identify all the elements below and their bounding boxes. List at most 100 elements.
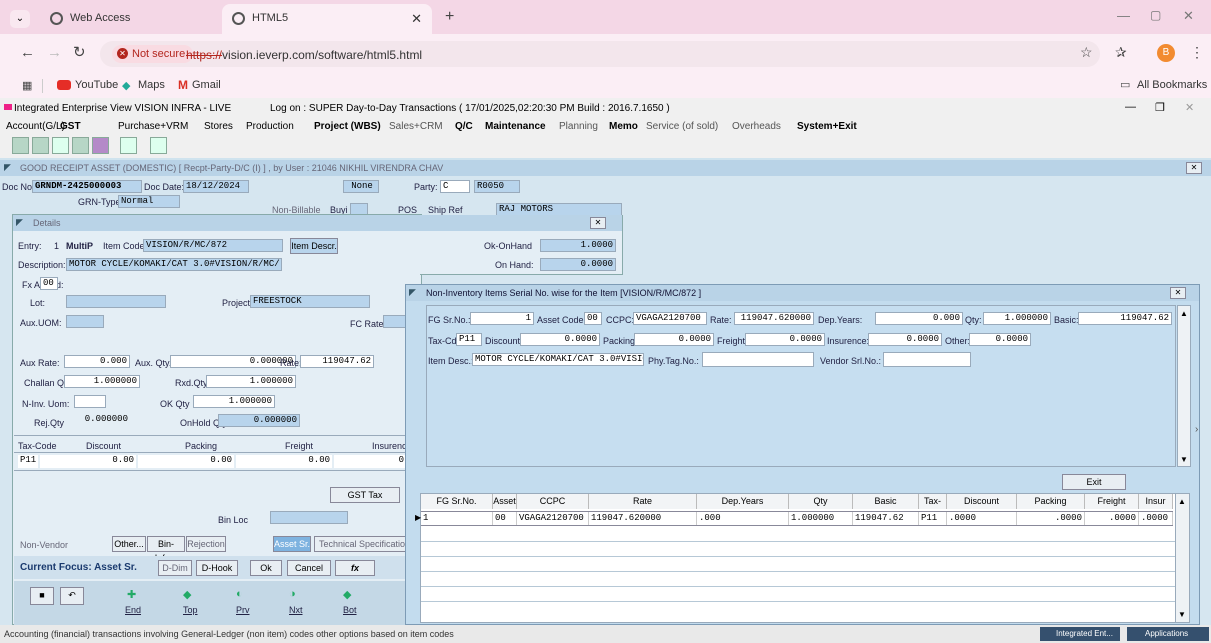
freight-field[interactable]: 0.0000 (745, 333, 825, 346)
url-text[interactable]: https://vision.ieverp.com/software/html5… (186, 48, 422, 62)
col-discount[interactable]: Discount (947, 494, 1017, 509)
nav-next[interactable]: Nxt (289, 605, 303, 615)
bin-loc-field[interactable] (270, 511, 348, 524)
details-close-button[interactable]: ✕ (590, 217, 606, 229)
serial-scrollbar[interactable] (1177, 305, 1191, 467)
col-asset[interactable]: Asset (493, 494, 517, 509)
menu-system-exit[interactable]: System+Exit (797, 121, 857, 132)
col-basic[interactable]: Basic (853, 494, 919, 509)
serial-close-icon[interactable]: ✕ (1170, 287, 1186, 299)
menu-dots-icon[interactable]: ⋮ (1190, 44, 1204, 61)
grid-scrollbar[interactable] (1175, 494, 1189, 622)
restore-icon[interactable]: ▢ (1150, 8, 1161, 22)
exit-button[interactable]: Exit (1062, 474, 1126, 490)
party-type-select[interactable]: C (440, 180, 470, 193)
right-scroll-icon[interactable]: › (1195, 424, 1198, 435)
dhook-button[interactable]: D-Hook (196, 560, 238, 576)
menu-purchase[interactable]: Purchase+VRM (118, 121, 204, 132)
nav-top-icon[interactable]: ◆ (183, 588, 191, 601)
tax-freight-value[interactable]: 0.00 (236, 455, 332, 468)
tab-search-icon[interactable]: ⌄ (10, 10, 30, 28)
cell-qty[interactable]: 1.000000 (789, 512, 853, 525)
app-minimize-icon[interactable]: — (1125, 101, 1136, 113)
item-desc-field[interactable]: MOTOR CYCLE/KOMAKI/CAT 3.0#VISION/R/ (472, 353, 644, 366)
ninv-uom-field[interactable] (74, 395, 106, 408)
menu-production[interactable]: Production (246, 121, 314, 132)
menu-maintenance[interactable]: Maintenance (485, 121, 559, 132)
nav-prev-icon[interactable]: ◐ (236, 588, 243, 600)
fg-srno-field[interactable]: 1 (470, 312, 534, 325)
gst-tax-button[interactable]: GST Tax (330, 487, 400, 503)
nav-bot[interactable]: Bot (343, 605, 357, 615)
scroll-up-icon[interactable]: ▲ (1180, 309, 1188, 318)
packing-field[interactable]: 0.0000 (634, 333, 714, 346)
qty-field[interactable]: 1.000000 (983, 312, 1051, 325)
cell-basic[interactable]: 119047.62 (853, 512, 919, 525)
menu-qc[interactable]: Q/C (455, 121, 485, 132)
party-code-field[interactable]: R0050 (474, 180, 520, 193)
multip-button[interactable]: MultiP (66, 241, 93, 251)
tab-html5[interactable]: HTML5 ✕ (222, 4, 432, 34)
description-field[interactable]: MOTOR CYCLE/KOMAKI/CAT 3.0#VISION/R/MC/ (66, 258, 282, 271)
col-insurance[interactable]: Insur (1139, 494, 1173, 509)
aux-rate-field[interactable]: 0.000 (64, 355, 130, 368)
nav-next-icon[interactable]: ◑ (289, 588, 296, 600)
menu-sales[interactable]: Sales+CRM (389, 121, 455, 132)
cell-fg-srno[interactable]: 1 (421, 512, 493, 525)
item-descr-button[interactable]: Item Descr. (290, 238, 338, 254)
main-close-icon[interactable]: ✕ (1186, 162, 1202, 174)
cell-ccpc[interactable]: VGAGA2120700 (517, 512, 589, 525)
col-tax[interactable]: Tax-Cc (919, 494, 947, 521)
nav-end[interactable]: End (125, 605, 141, 615)
menu-gst[interactable]: GST (60, 121, 118, 132)
cell-tax[interactable]: P11 (919, 512, 947, 525)
cell-rate[interactable]: 119047.620000 (589, 512, 697, 525)
item-code-field[interactable]: VISION/R/MC/872 (143, 239, 283, 252)
asset-code-field[interactable]: 00 (584, 312, 602, 325)
cell-dep-years[interactable]: .000 (697, 512, 789, 525)
col-dep-years[interactable]: Dep.Years (697, 494, 789, 509)
taskbar-applications[interactable]: Applications (1127, 627, 1209, 641)
window-close-icon[interactable]: ✕ (1183, 8, 1194, 24)
doc-date-field[interactable]: 18/12/2024 (183, 180, 249, 193)
app-close-icon[interactable]: ✕ (1185, 101, 1194, 114)
not-secure-badge[interactable]: ✕ Not secure (112, 45, 194, 63)
col-ccpc[interactable]: CCPC (517, 494, 589, 509)
bin-info-button[interactable]: Bin-Info... (147, 536, 185, 563)
nav-prev[interactable]: Prv (236, 605, 250, 615)
table-row[interactable]: 1 00 VGAGA2120700 119047.620000 .000 1.0… (421, 511, 1173, 526)
rej-qty-field[interactable]: 0.000000 (64, 414, 130, 427)
col-fg-srno[interactable]: FG Sr.No. (421, 494, 493, 509)
project-field[interactable]: FREESTOCK (250, 295, 370, 308)
menu-service[interactable]: Service (of sold) (646, 121, 732, 132)
asset-sr-button[interactable]: Asset Sr. (273, 536, 311, 552)
minimize-icon[interactable]: — (1117, 8, 1130, 23)
back-icon[interactable]: ← (20, 44, 35, 61)
phy-tag-field[interactable] (702, 352, 814, 367)
grid-scroll-up-icon[interactable]: ▲ (1178, 497, 1186, 506)
ccpc-field[interactable]: VGAGA2120700 (633, 312, 707, 325)
cell-freight[interactable]: .0000 (1085, 512, 1139, 525)
fx-button[interactable]: fx (335, 560, 375, 576)
nav-bot-icon[interactable]: ◆ (343, 588, 351, 601)
all-bookmarks[interactable]: All Bookmarks (1137, 79, 1207, 91)
close-icon[interactable]: ✕ (411, 11, 422, 27)
toolbar-icon-d[interactable] (72, 137, 89, 154)
taskbar-app[interactable]: Integrated Ent... (1040, 627, 1120, 641)
rate-field[interactable]: 119047.620000 (734, 312, 814, 325)
bookmark-gmail[interactable]: Gmail (192, 79, 221, 91)
menu-stores[interactable]: Stores (204, 121, 246, 132)
basic-field[interactable]: 119047.62 (1078, 312, 1172, 325)
insurance-field[interactable]: 0.0000 (868, 333, 942, 346)
cell-asset[interactable]: 00 (493, 512, 517, 525)
toolbar-icon-e[interactable] (92, 137, 109, 154)
cell-insurance[interactable]: .0000 (1139, 512, 1173, 525)
toolbar-icon-f[interactable] (120, 137, 137, 154)
scroll-down-icon[interactable]: ▼ (1180, 455, 1188, 464)
discount-field[interactable]: 0.0000 (520, 333, 600, 346)
bookmark-star-icon[interactable]: ☆ (1080, 44, 1093, 61)
bookmark-maps[interactable]: Maps (138, 79, 165, 91)
save-icon[interactable]: ■ (30, 587, 54, 605)
aux-qty-field[interactable]: 0.000000 (170, 355, 296, 368)
rejection-button[interactable]: Rejection (186, 536, 226, 552)
